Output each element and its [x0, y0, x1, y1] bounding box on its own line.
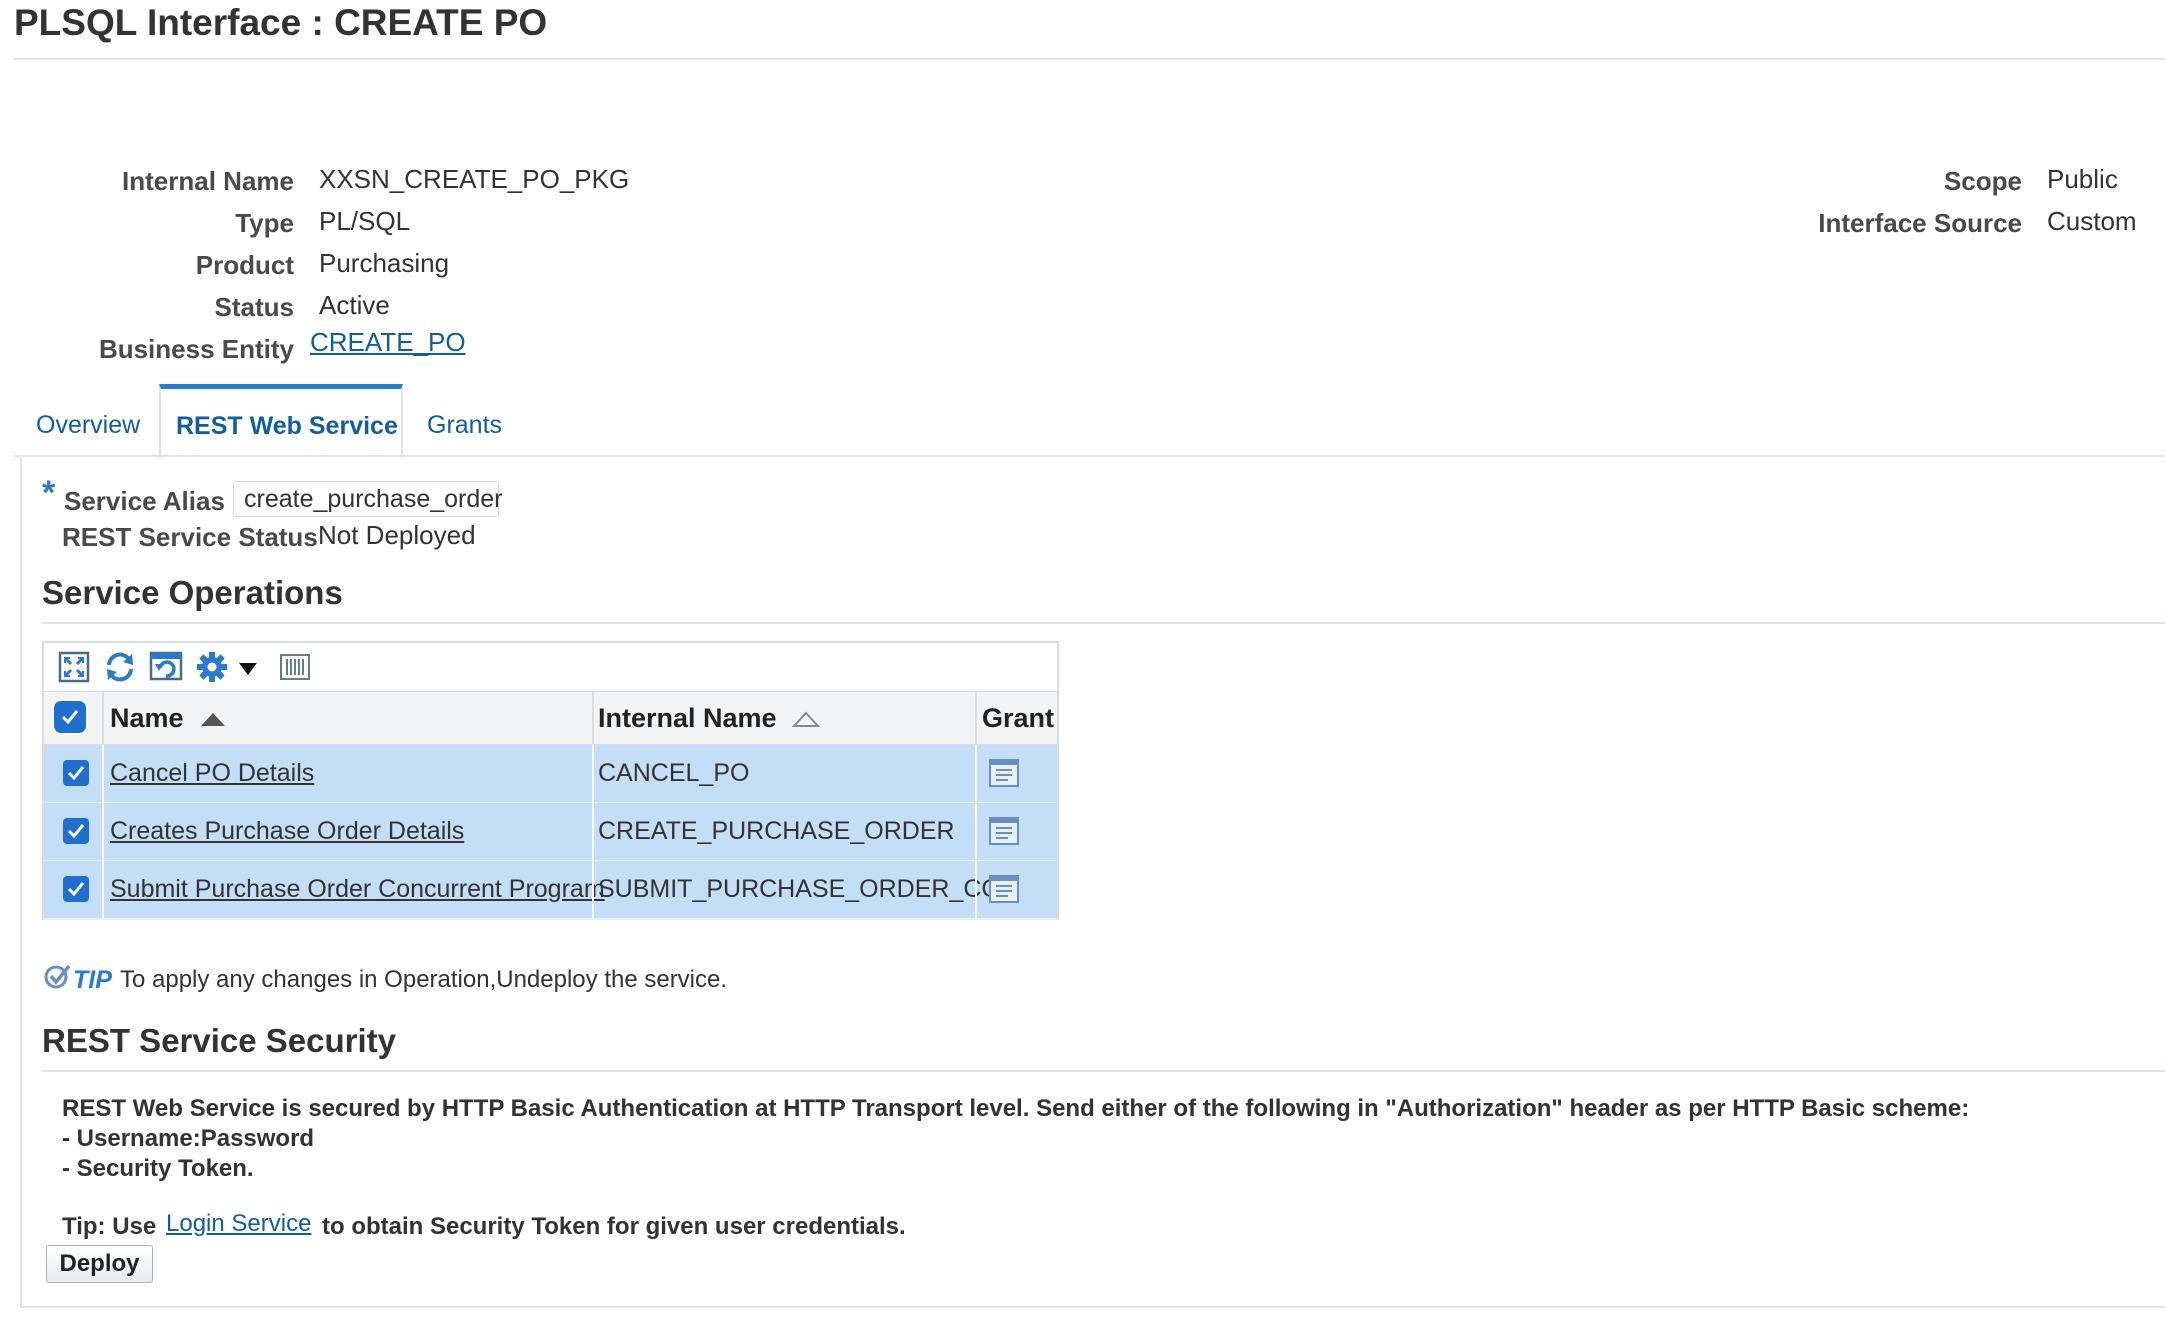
column-divider — [592, 745, 594, 802]
operation-internal-name: CREATE_PURCHASE_ORDER — [598, 817, 955, 845]
column-divider — [102, 861, 104, 918]
product-label: Product — [195, 250, 294, 280]
column-header-name[interactable]: Name — [110, 692, 227, 744]
row-checkbox[interactable] — [63, 818, 89, 844]
security-option-token: - Security Token. — [62, 1155, 254, 1182]
title-divider — [14, 58, 2165, 60]
table-row[interactable]: Submit Purchase Order Concurrent Program… — [44, 861, 1057, 920]
sort-indicator-icon[interactable] — [791, 710, 821, 730]
tip-check-icon — [44, 962, 72, 995]
deploy-button[interactable]: Deploy — [46, 1245, 153, 1283]
rest-service-status-label: REST Service Status — [62, 522, 318, 552]
scope-value: Public — [2047, 164, 2118, 194]
table-row[interactable]: Creates Purchase Order Details CREATE_PU… — [44, 803, 1057, 862]
tab-rest-web-service[interactable]: REST Web Service — [176, 412, 398, 441]
business-entity-link[interactable]: CREATE_PO — [310, 327, 466, 358]
operation-name-link[interactable]: Cancel PO Details — [110, 745, 314, 802]
operation-name-link[interactable]: Submit Purchase Order Concurrent Program — [110, 861, 605, 918]
status-label: Status — [214, 292, 294, 322]
select-all-checkbox[interactable] — [57, 704, 83, 730]
service-alias-field[interactable]: create_purchase_order — [233, 481, 503, 517]
internal-name-value: XXSN_CREATE_PO_PKG — [319, 164, 630, 194]
sort-ascending-icon[interactable] — [199, 710, 227, 730]
service-operations-heading: Service Operations — [42, 574, 343, 611]
detach-icon[interactable] — [57, 650, 91, 684]
column-divider — [975, 861, 977, 918]
login-tip-suffix: to obtain Security Token for given user … — [322, 1213, 906, 1240]
interface-source-value: Custom — [2047, 206, 2137, 236]
security-description: REST Web Service is secured by HTTP Basi… — [62, 1095, 1970, 1122]
security-divider — [42, 1070, 2165, 1072]
table-row[interactable]: Cancel PO Details CANCEL_PO — [44, 745, 1057, 804]
required-indicator: * — [42, 474, 56, 512]
row-checkbox[interactable] — [63, 760, 89, 786]
scope-label: Scope — [1943, 166, 2022, 196]
columns-icon[interactable] — [278, 650, 312, 684]
column-divider — [975, 803, 977, 860]
row-checkbox[interactable] — [63, 876, 89, 902]
column-divider — [592, 803, 594, 860]
column-divider — [592, 861, 594, 918]
login-service-link[interactable]: Login Service — [166, 1210, 311, 1238]
business-entity-label: Business Entity — [98, 334, 294, 364]
grant-icon[interactable] — [988, 815, 1020, 852]
type-value: PL/SQL — [319, 206, 411, 236]
tab-grants[interactable]: Grants — [427, 411, 502, 440]
reset-icon[interactable] — [149, 650, 183, 684]
operation-name-link[interactable]: Creates Purchase Order Details — [110, 803, 464, 860]
column-divider — [975, 745, 977, 802]
service-operations-divider — [42, 622, 2165, 624]
type-label: Type — [235, 208, 294, 238]
internal-name-label: Internal Name — [122, 166, 294, 196]
rest-service-security-heading: REST Service Security — [42, 1022, 397, 1059]
operation-internal-name: SUBMIT_PURCHASE_ORDER_CC — [598, 875, 1000, 903]
tab-overview[interactable]: Overview — [36, 411, 140, 440]
column-header-name-label: Name — [110, 703, 184, 733]
status-value: Active — [319, 290, 390, 320]
grant-icon[interactable] — [988, 757, 1020, 794]
column-divider — [975, 692, 977, 744]
rest-service-status-value: Not Deployed — [318, 520, 476, 550]
column-divider — [102, 745, 104, 802]
column-header-internal-name-label: Internal Name — [598, 703, 777, 733]
operation-internal-name: CANCEL_PO — [598, 759, 750, 787]
operations-table-header: Name Internal Name Grant — [44, 691, 1057, 746]
column-header-grant: Grant — [982, 703, 1055, 733]
security-option-password: - Username:Password — [62, 1125, 315, 1152]
column-header-internal-name[interactable]: Internal Name — [598, 692, 821, 744]
tip-badge: TIP — [73, 966, 112, 994]
refresh-icon[interactable] — [103, 650, 137, 684]
column-divider — [102, 803, 104, 860]
column-divider — [592, 692, 594, 744]
login-tip-prefix: Tip: Use — [62, 1213, 157, 1240]
service-alias-label: Service Alias — [64, 486, 225, 516]
gear-icon[interactable] — [195, 650, 229, 684]
tip-text: To apply any changes in Operation,Undepl… — [120, 966, 728, 993]
product-value: Purchasing — [319, 248, 450, 278]
chevron-down-icon[interactable] — [237, 650, 259, 684]
column-divider — [102, 692, 104, 744]
grant-icon[interactable] — [988, 873, 1020, 910]
page-title: PLSQL Interface : CREATE PO — [14, 2, 548, 43]
interface-source-label: Interface Source — [1818, 208, 2022, 238]
